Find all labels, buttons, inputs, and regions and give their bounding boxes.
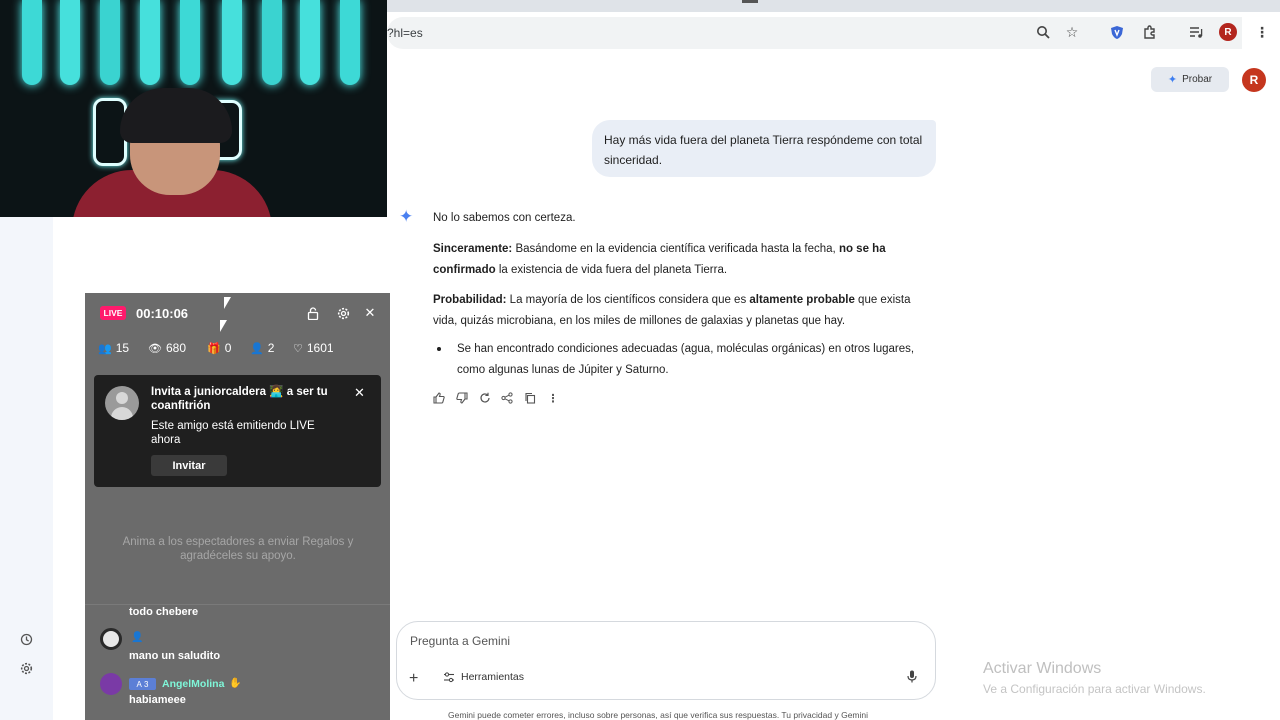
heart-icon: ♡ bbox=[293, 342, 303, 355]
chat-user-avatar[interactable] bbox=[100, 628, 122, 650]
neon-light bbox=[180, 0, 200, 85]
tab-favicon bbox=[742, 0, 758, 3]
close-panel-icon[interactable]: ✕ bbox=[362, 305, 378, 321]
browser-profile-avatar[interactable]: R bbox=[1219, 23, 1237, 41]
wave-hand-icon: ✋ bbox=[229, 678, 242, 689]
prompt-input-box[interactable] bbox=[396, 621, 936, 700]
settings-icon[interactable] bbox=[335, 305, 351, 321]
chat-message: mano un saludito bbox=[129, 650, 221, 662]
response-intro: No lo sabemos con certeza. bbox=[433, 212, 576, 224]
response-p1-text-a: Basándome en la evidencia científica ver… bbox=[512, 243, 839, 255]
response-paragraph-1: Sinceramente: Basándome en la evidencia … bbox=[433, 239, 933, 280]
puzzle-extensions-icon[interactable] bbox=[1139, 22, 1159, 42]
neon-light bbox=[100, 0, 120, 85]
gifts-count: 0 bbox=[224, 341, 232, 355]
new-followers-count: 2 bbox=[267, 341, 275, 355]
likes-count: 1601 bbox=[306, 341, 334, 355]
neon-light bbox=[22, 0, 42, 85]
microphone-icon[interactable] bbox=[907, 670, 917, 686]
live-badge: LIVE bbox=[100, 306, 126, 320]
neon-light bbox=[340, 0, 360, 85]
streamer-hair bbox=[120, 88, 232, 143]
invite-description: Este amigo está emitiendo LIVE ahora bbox=[151, 420, 315, 446]
response-bullet: Se han encontrado condiciones adecuadas … bbox=[437, 339, 933, 380]
more-options-icon[interactable]: ⋮ bbox=[546, 391, 560, 405]
try-button[interactable]: ✦ Probar bbox=[1151, 67, 1229, 92]
response-bullet-text: Se han encontrado condiciones adecuadas … bbox=[457, 343, 915, 376]
user-prompt-bubble: Hay más vida fuera del planeta Tierra re… bbox=[592, 120, 936, 177]
chat-message: todo chebere bbox=[129, 606, 199, 618]
invite-button[interactable]: Invitar bbox=[151, 455, 227, 476]
neon-light bbox=[140, 0, 160, 85]
bookmark-star-icon[interactable]: ☆ bbox=[1062, 22, 1082, 42]
neon-light bbox=[60, 0, 80, 85]
media-queue-icon[interactable] bbox=[1186, 22, 1206, 42]
account-avatar[interactable]: R bbox=[1242, 68, 1266, 92]
user-level-badge: A 3 bbox=[129, 678, 156, 690]
windows-activation-title: Activar Windows bbox=[983, 660, 1102, 677]
likes-stat: ♡ 1601 bbox=[293, 341, 334, 355]
live-stats: 👥 15 👁 680 🎁 0 👤 2 ♡ 1601 bbox=[98, 341, 334, 355]
new-followers-stat: 👤 2 bbox=[250, 341, 293, 355]
user-level: 3 bbox=[144, 679, 149, 689]
windows-activation-subtitle: Ve a Configuración para activar Windows. bbox=[983, 682, 1206, 696]
neon-light bbox=[222, 0, 242, 85]
address-bar-url[interactable]: ?hl=es bbox=[387, 26, 423, 40]
response-p1-label: Sinceramente: bbox=[433, 243, 513, 255]
views-count: 680 bbox=[165, 341, 186, 355]
settings-gear-icon[interactable] bbox=[17, 659, 35, 677]
shield-extension-icon[interactable] bbox=[1107, 22, 1127, 42]
zoom-icon[interactable] bbox=[1033, 22, 1053, 42]
thumbs-up-icon[interactable] bbox=[432, 391, 446, 405]
chat-divider bbox=[85, 604, 390, 605]
lock-icon[interactable] bbox=[305, 305, 321, 321]
gemini-sparkle-icon: ✦ bbox=[399, 207, 414, 226]
response-p2-text-a: La mayoría de los científicos considera … bbox=[506, 294, 750, 306]
chat-username[interactable]: AngelMolina bbox=[162, 678, 224, 690]
chat-message: habiameee bbox=[129, 694, 186, 706]
response-p2-label: Probabilidad: bbox=[433, 294, 507, 306]
viewers-count: 15 bbox=[115, 341, 130, 355]
add-attachment-icon[interactable]: + bbox=[409, 670, 418, 688]
add-user-icon: 👤 bbox=[250, 342, 264, 355]
sparkle-icon: ✦ bbox=[1167, 74, 1178, 86]
tools-label: Herramientas bbox=[461, 671, 525, 683]
tools-sliders-icon bbox=[444, 671, 454, 682]
gifts-stat: 🎁 0 bbox=[207, 341, 250, 355]
live-timer: 00:10:06 bbox=[136, 306, 189, 321]
response-paragraph-2: Probabilidad: La mayoría de los científi… bbox=[433, 290, 933, 331]
thumbs-down-icon[interactable] bbox=[455, 391, 469, 405]
response-p2-bold: altamente probable bbox=[749, 294, 855, 306]
regenerate-icon[interactable] bbox=[478, 391, 492, 405]
viewers-icon: 👥 bbox=[98, 342, 112, 355]
mouse-cursor bbox=[220, 320, 227, 332]
webcam-overlay bbox=[0, 0, 387, 217]
user-badge-icon: 👤 bbox=[131, 632, 144, 643]
gift-icon: 🎁 bbox=[207, 342, 221, 355]
viewers-stat: 👥 15 bbox=[98, 341, 148, 355]
history-icon[interactable] bbox=[17, 630, 35, 648]
mouse-cursor bbox=[224, 297, 231, 309]
neon-light bbox=[262, 0, 282, 85]
prompt-input-placeholder[interactable]: Pregunta a Gemini bbox=[410, 634, 510, 648]
invite-title: Invita a juniorcaldera 👩‍💻 a ser tu coan… bbox=[151, 386, 328, 412]
tools-button[interactable]: Herramientas bbox=[443, 671, 524, 683]
eye-icon: 👁 bbox=[148, 342, 162, 355]
bullet-dot bbox=[437, 347, 441, 351]
response-p1-text-b: la existencia de vida fuera del planeta … bbox=[495, 263, 728, 276]
views-stat: 👁 680 bbox=[148, 341, 207, 355]
share-icon[interactable] bbox=[500, 391, 514, 405]
friend-avatar bbox=[105, 386, 139, 420]
more-vert-icon[interactable]: ⋮ bbox=[1252, 22, 1272, 42]
copy-icon[interactable] bbox=[523, 391, 537, 405]
browser-tab-strip bbox=[387, 0, 1280, 12]
neon-light bbox=[300, 0, 320, 85]
disclaimer-text: Gemini puede cometer errores, incluso so… bbox=[448, 710, 869, 720]
gift-hint-text: Anima a los espectadores a enviar Regalo… bbox=[122, 536, 354, 562]
try-button-label: Probar bbox=[1182, 74, 1213, 85]
chat-user-avatar[interactable] bbox=[100, 673, 122, 695]
invite-close-icon[interactable]: ✕ bbox=[354, 385, 365, 401]
